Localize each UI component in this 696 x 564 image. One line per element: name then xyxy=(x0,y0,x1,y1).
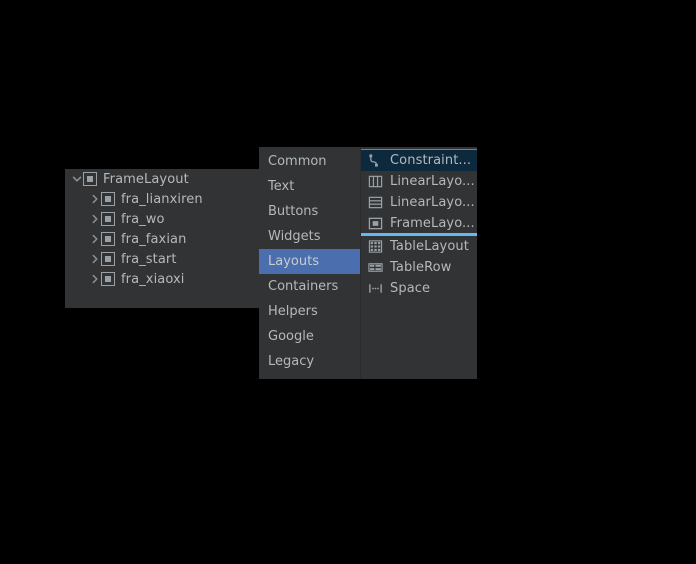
tablerow-icon xyxy=(368,263,383,272)
tree-row[interactable]: fra_wo xyxy=(65,209,260,229)
constraintlayout-icon xyxy=(369,154,378,167)
chevron-right-icon[interactable] xyxy=(89,273,101,285)
framelayout-icon xyxy=(101,232,115,246)
palette-item-label: FrameLayo... xyxy=(390,216,475,231)
palette-category-text[interactable]: Text xyxy=(259,174,360,199)
framelayout-icon xyxy=(101,272,115,286)
palette-category-legacy[interactable]: Legacy xyxy=(259,349,360,374)
framelayout-icon xyxy=(368,217,383,230)
chevron-right-icon[interactable] xyxy=(89,253,101,265)
space-icon xyxy=(369,284,382,293)
palette-item-label: Space xyxy=(390,281,431,296)
tree-row-label: fra_xiaoxi xyxy=(121,271,185,287)
palette-item-label: Constraint... xyxy=(390,153,472,168)
palette-category-common[interactable]: Common xyxy=(259,149,360,174)
palette-item[interactable]: TableRow xyxy=(361,257,477,278)
drop-indicator-line xyxy=(361,233,477,236)
tablelayout-icon xyxy=(368,240,383,253)
tree-row[interactable]: fra_lianxiren xyxy=(65,189,260,209)
framelayout-icon xyxy=(101,212,115,226)
palette-item[interactable]: TableLayout xyxy=(361,236,477,257)
tree-row[interactable]: FrameLayout xyxy=(65,169,260,189)
palette-item-label: TableLayout xyxy=(390,239,469,254)
tree-row[interactable]: fra_faxian xyxy=(65,229,260,249)
tree-row-label: fra_lianxiren xyxy=(121,191,203,207)
palette-category-helpers[interactable]: Helpers xyxy=(259,299,360,324)
palette-item[interactable]: LinearLayo... xyxy=(361,192,477,213)
palette-category-containers[interactable]: Containers xyxy=(259,274,360,299)
tree-row-label: fra_wo xyxy=(121,211,165,227)
palette-category-widgets[interactable]: Widgets xyxy=(259,224,360,249)
tree-row[interactable]: fra_start xyxy=(65,249,260,269)
palette-item-label: TableRow xyxy=(390,260,452,275)
tree-row-label: FrameLayout xyxy=(103,171,189,187)
palette-item[interactable]: Space xyxy=(361,278,477,299)
palette-category-google[interactable]: Google xyxy=(259,324,360,349)
palette-item-label: LinearLayo... xyxy=(390,195,475,210)
chevron-down-icon[interactable] xyxy=(71,173,83,185)
framelayout-icon xyxy=(101,192,115,206)
linearlayout-horizontal-icon xyxy=(368,175,383,188)
palette-popup: Common Text Buttons Widgets Layouts Container… xyxy=(259,147,477,379)
palette-item[interactable]: Constraint... xyxy=(361,149,477,171)
palette-item-label: LinearLayo... xyxy=(390,174,475,189)
linearlayout-vertical-icon xyxy=(368,196,383,209)
tree-row-label: fra_start xyxy=(121,251,177,267)
tree-row[interactable]: fra_xiaoxi xyxy=(65,269,260,289)
palette-category-list: Common Text Buttons Widgets Layouts Container… xyxy=(259,147,360,379)
palette-category-buttons[interactable]: Buttons xyxy=(259,199,360,224)
palette-item[interactable]: LinearLayo... xyxy=(361,171,477,192)
palette-category-layouts[interactable]: Layouts xyxy=(259,249,360,274)
palette-item[interactable]: FrameLayo... xyxy=(361,213,477,234)
framelayout-icon xyxy=(83,172,97,186)
framelayout-icon xyxy=(101,252,115,266)
component-tree-panel: FrameLayout fra_lianxiren fra_wo fra_faxian… xyxy=(65,169,260,308)
screen-root: FrameLayout fra_lianxiren fra_wo fra_faxian… xyxy=(0,0,696,564)
chevron-right-icon[interactable] xyxy=(89,193,101,205)
palette-item-list: Constraint... LinearLayo... LinearLayo... F… xyxy=(360,147,477,379)
chevron-right-icon[interactable] xyxy=(89,233,101,245)
chevron-right-icon[interactable] xyxy=(89,213,101,225)
tree-row-label: fra_faxian xyxy=(121,231,187,247)
